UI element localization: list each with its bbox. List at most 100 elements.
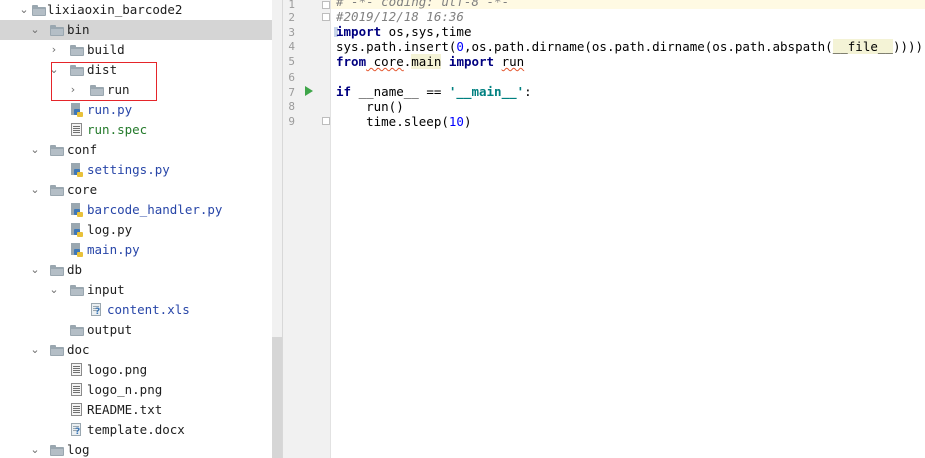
tree-item-label: lixiaoxin_barcode2 [47, 2, 183, 17]
code-text: )))) [892, 39, 924, 54]
string-literal: '__main__' [448, 84, 525, 99]
code-text: sys.path.insert( [336, 39, 457, 54]
tree-row-settings-py[interactable]: settings.py [0, 160, 272, 180]
folder-icon [50, 145, 64, 156]
image-file-icon [71, 383, 82, 396]
python-file-icon [70, 243, 83, 257]
chevron-down-icon[interactable]: ⌄ [29, 342, 41, 358]
python-file-icon [70, 203, 83, 217]
tree-row-run-py[interactable]: run.py [0, 100, 272, 120]
python-file-icon [70, 163, 83, 177]
fold-marker-icon[interactable] [322, 1, 330, 9]
folder-icon [50, 445, 64, 456]
code-text: time.sleep( [336, 114, 449, 129]
code-text: os,sys,time [381, 24, 472, 39]
tree-row-readme-txt[interactable]: README.txt [0, 400, 272, 420]
tree-item-label: logo_n.png [87, 382, 163, 397]
gutter-edge [330, 0, 331, 458]
tree-row-log-py[interactable]: log.py [0, 220, 272, 240]
chevron-down-icon[interactable]: ⌄ [48, 282, 60, 298]
import-name-warning: run [501, 54, 525, 69]
tree-row-bin[interactable]: ⌄ bin [0, 20, 272, 40]
tree-row-project-root[interactable]: ⌄ lixiaoxin_barcode2 [0, 0, 272, 20]
code-text: __name__ == [351, 84, 449, 99]
tree-row-logo-n-png[interactable]: logo_n.png [0, 380, 272, 400]
tree-row-db[interactable]: ⌄ db [0, 260, 272, 280]
keyword: from [336, 54, 367, 69]
tree-item-label: settings.py [87, 162, 170, 177]
chevron-right-icon[interactable]: › [48, 42, 60, 58]
tree-scrollbar-thumb[interactable] [272, 337, 282, 458]
tree-row-run-spec[interactable]: run.spec [0, 120, 272, 140]
dunder-name: __file__ [832, 39, 893, 54]
chevron-down-icon[interactable]: ⌄ [18, 2, 30, 18]
tree-row-log[interactable]: ⌄ log [0, 440, 272, 458]
code-line-6: from core.main import run [336, 54, 524, 69]
code-line-1: # -*- coding: utf-8 -*- [336, 0, 510, 9]
tree-row-core[interactable]: ⌄ core [0, 180, 272, 200]
line-number: 3 [288, 26, 295, 39]
folder-icon [32, 5, 46, 16]
folder-icon [50, 345, 64, 356]
text-file-icon [71, 123, 82, 136]
tree-row-content-xls[interactable]: ? content.xls [0, 300, 272, 320]
code-text: ,os.path.dirname(os.path.dirname(os.path… [463, 39, 833, 54]
tree-row-input[interactable]: ⌄ input [0, 280, 272, 300]
keyword: import [336, 24, 382, 39]
tree-item-label: template.docx [87, 422, 185, 437]
folder-icon [50, 185, 64, 196]
line-number: 5 [288, 55, 295, 68]
line-number: 2 [288, 11, 295, 24]
tree-item-label: barcode_handler.py [87, 202, 223, 217]
folder-icon [50, 265, 64, 276]
text-file-icon [71, 403, 82, 416]
tree-row-logo-png[interactable]: logo.png [0, 360, 272, 380]
tree-row-template-docx[interactable]: ? template.docx [0, 420, 272, 440]
image-file-icon [71, 363, 82, 376]
tree-item-label: run.py [87, 102, 133, 117]
code-line-10: time.sleep(10) [336, 114, 471, 129]
fold-marker-icon[interactable] [322, 13, 330, 21]
tree-item-label: log.py [87, 222, 133, 237]
tree-item-label: doc [67, 342, 90, 357]
tree-item-label: input [87, 282, 125, 297]
code-text: ) [463, 114, 472, 129]
chevron-down-icon[interactable]: ⌄ [29, 142, 41, 158]
chevron-down-icon[interactable]: ⌄ [29, 262, 41, 278]
code-text: : [524, 84, 532, 99]
tree-item-label: output [87, 322, 133, 337]
code-line-3: import os,sys,time [336, 24, 471, 39]
tree-row-conf[interactable]: ⌄ conf [0, 140, 272, 160]
tree-row-barcode-handler-py[interactable]: barcode_handler.py [0, 200, 272, 220]
module-name: main [411, 54, 442, 69]
folder-icon [70, 45, 84, 56]
chevron-down-icon[interactable]: ⌄ [29, 182, 41, 198]
tree-item-label: conf [67, 142, 98, 157]
code-line-8: if __name__ == '__main__': [336, 84, 532, 99]
code-line-4: sys.path.insert(0,os.path.dirname(os.pat… [336, 39, 923, 54]
chevron-down-icon[interactable]: ⌄ [29, 442, 41, 458]
fold-marker-icon[interactable] [322, 117, 330, 125]
keyword: import [441, 54, 495, 69]
tree-row-main-py[interactable]: main.py [0, 240, 272, 260]
unknown-file-icon: ? [70, 423, 83, 437]
code-line-2: #2019/12/18 16:36 [336, 9, 464, 24]
python-file-icon [70, 223, 83, 237]
tree-row-build[interactable]: › build [0, 40, 272, 60]
folder-icon [70, 285, 84, 296]
keyword: if [336, 84, 352, 99]
chevron-down-icon[interactable]: ⌄ [29, 22, 41, 38]
tree-item-label: main.py [87, 242, 140, 257]
line-number: 7 [288, 86, 295, 99]
highlight-annotation-box [51, 62, 157, 101]
tree-row-output[interactable]: output [0, 320, 272, 340]
run-arrow-icon[interactable] [305, 86, 313, 96]
tree-row-doc[interactable]: ⌄ doc [0, 340, 272, 360]
module-name-warning: core [366, 54, 404, 69]
tree-item-label: README.txt [87, 402, 163, 417]
tree-item-label: build [87, 42, 125, 57]
folder-icon [70, 325, 84, 336]
tree-item-label: content.xls [107, 302, 190, 317]
tree-item-label: core [67, 182, 98, 197]
